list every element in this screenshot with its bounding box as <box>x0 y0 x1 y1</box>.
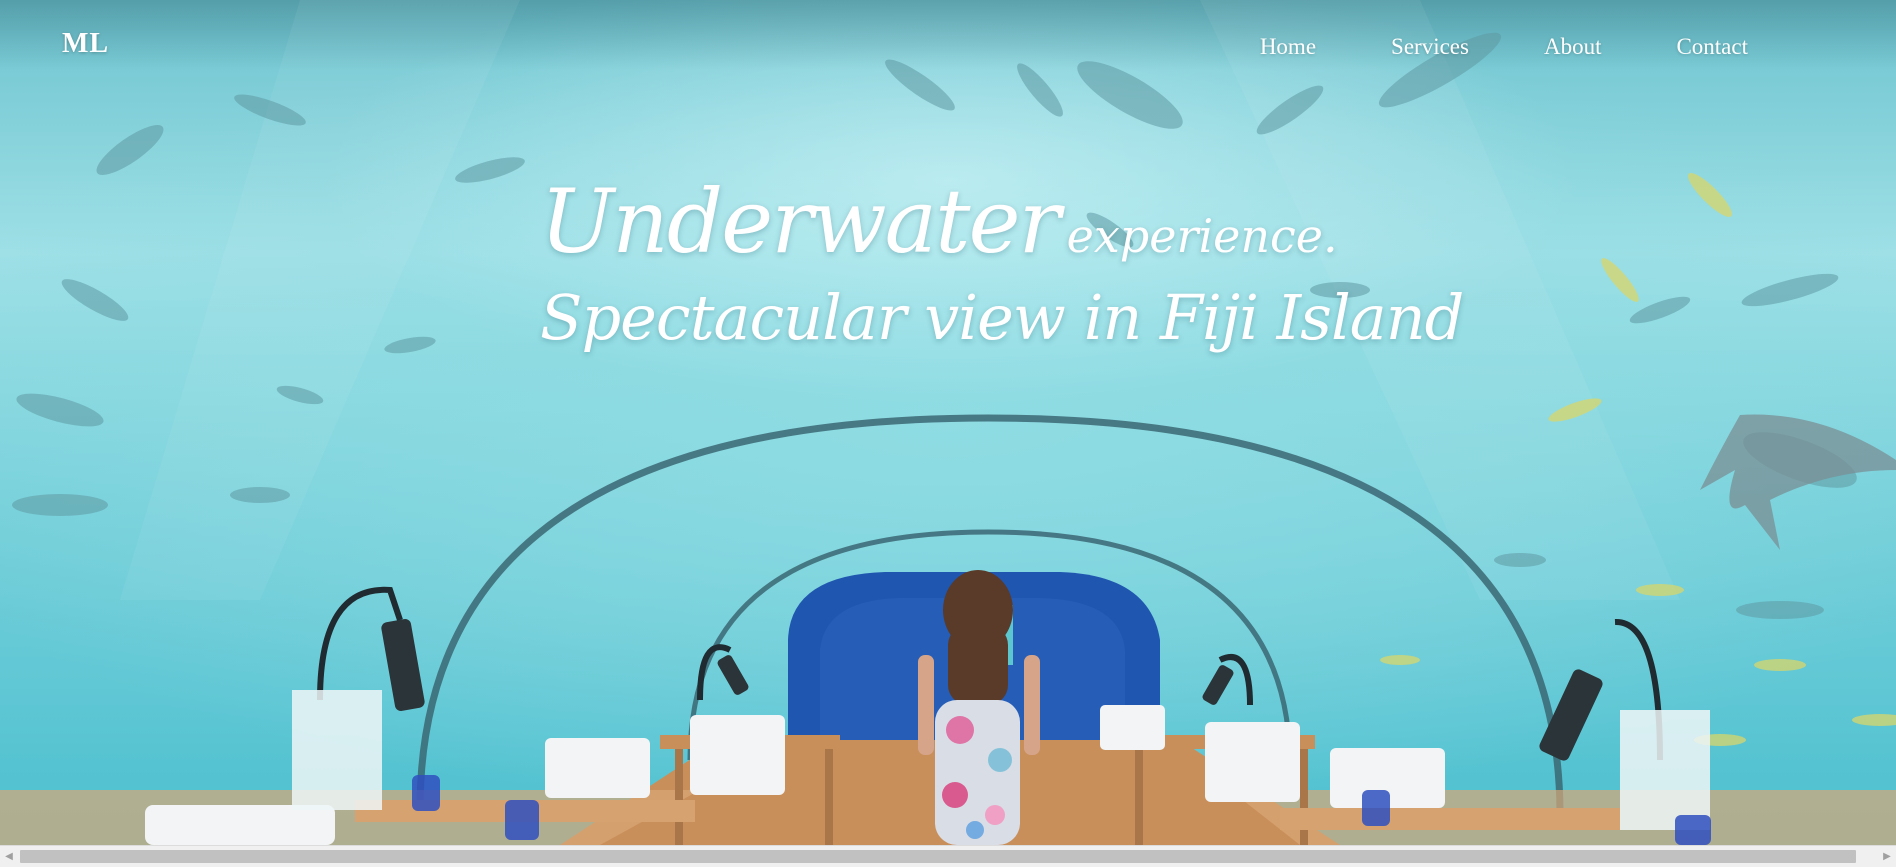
chevron-right-icon[interactable]: ▶ <box>1878 846 1896 867</box>
hero-background-image <box>0 0 1896 845</box>
hero-headline: Underwater experience. Spectacular view i… <box>540 170 1464 354</box>
hero-title-small: experience. <box>1066 209 1338 263</box>
scrollbar-thumb[interactable] <box>20 850 1856 863</box>
nav-link-services[interactable]: Services <box>1391 34 1469 60</box>
nav-link-about[interactable]: About <box>1544 34 1602 60</box>
main-navigation: Home Services About Contact <box>1260 34 1748 60</box>
hero-subtitle: Spectacular view in Fiji Island <box>540 281 1464 354</box>
horizontal-scrollbar[interactable]: ◀ ▶ <box>0 845 1896 867</box>
hero-title-line: Underwater experience. <box>540 170 1463 273</box>
chevron-left-icon[interactable]: ◀ <box>0 846 18 867</box>
nav-link-home[interactable]: Home <box>1260 34 1316 60</box>
site-logo[interactable]: ML <box>62 28 109 60</box>
underwater-restaurant-illustration <box>0 0 1896 845</box>
hero-title-big: Underwater <box>540 170 1061 273</box>
nav-link-contact[interactable]: Contact <box>1676 34 1748 60</box>
